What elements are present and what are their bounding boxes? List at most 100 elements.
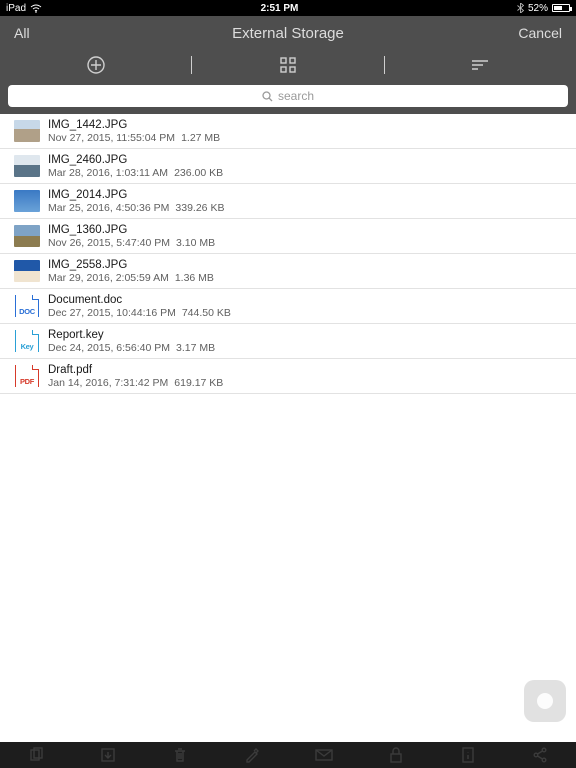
add-button[interactable] xyxy=(0,55,191,75)
search-icon xyxy=(262,91,273,102)
file-size: 236.00 KB xyxy=(174,167,223,179)
file-name: IMG_2014.JPG xyxy=(48,189,566,202)
file-name: IMG_2558.JPG xyxy=(48,259,566,272)
file-size: 339.26 KB xyxy=(175,202,224,214)
file-meta: IMG_2014.JPGMar 25, 2016, 4:50:36 PM 339.… xyxy=(48,189,566,214)
file-row[interactable]: IMG_2460.JPGMar 28, 2016, 1:03:11 AM 236.… xyxy=(0,149,576,184)
copy-icon xyxy=(28,747,44,763)
file-name: IMG_1442.JPG xyxy=(48,119,566,132)
lock-button[interactable] xyxy=(360,747,432,763)
file-size: 619.17 KB xyxy=(174,377,223,389)
status-bar: iPad 2:51 PM 52% xyxy=(0,0,576,16)
clock: 2:51 PM xyxy=(42,3,517,14)
file-size: 744.50 KB xyxy=(182,307,231,319)
file-subtitle: Mar 29, 2016, 2:05:59 AM 1.36 MB xyxy=(48,272,566,284)
mail-button[interactable] xyxy=(288,749,360,761)
bluetooth-icon xyxy=(517,3,524,13)
move-icon xyxy=(100,747,116,763)
file-row[interactable]: IMG_2558.JPGMar 29, 2016, 2:05:59 AM 1.36… xyxy=(0,254,576,289)
device-label: iPad xyxy=(6,3,26,14)
file-subtitle: Mar 28, 2016, 1:03:11 AM 236.00 KB xyxy=(48,167,566,179)
file-thumbnail: PDF xyxy=(14,365,40,387)
file-thumbnail xyxy=(14,155,40,177)
lock-icon xyxy=(389,747,403,763)
file-size: 3.10 MB xyxy=(176,237,215,249)
file-subtitle: Nov 26, 2015, 5:47:40 PM 3.10 MB xyxy=(48,237,566,249)
file-row[interactable]: DOC Document.docDec 27, 2015, 10:44:16 PM… xyxy=(0,289,576,324)
file-row[interactable]: IMG_1442.JPGNov 27, 2015, 11:55:04 PM 1.2… xyxy=(0,114,576,149)
search-placeholder: search xyxy=(278,89,314,103)
file-subtitle: Jan 14, 2016, 7:31:42 PM 619.17 KB xyxy=(48,377,566,389)
file-type-label: Key xyxy=(21,342,34,351)
search-bar: search xyxy=(0,80,576,114)
file-list: IMG_1442.JPGNov 27, 2015, 11:55:04 PM 1.2… xyxy=(0,114,576,394)
plus-circle-icon xyxy=(86,55,106,75)
info-icon xyxy=(461,747,475,763)
file-type-label: DOC xyxy=(19,307,35,316)
copy-button[interactable] xyxy=(0,747,72,763)
file-thumbnail: DOC xyxy=(14,295,40,317)
file-thumbnail xyxy=(14,225,40,247)
view-grid-button[interactable] xyxy=(192,56,383,74)
file-date: Nov 26, 2015, 5:47:40 PM xyxy=(48,237,170,249)
file-row[interactable]: Key Report.keyDec 24, 2015, 6:56:40 PM 3.1… xyxy=(0,324,576,359)
file-subtitle: Nov 27, 2015, 11:55:04 PM 1.27 MB xyxy=(48,132,566,144)
trash-icon xyxy=(173,747,187,763)
file-date: Dec 24, 2015, 6:56:40 PM xyxy=(48,342,170,354)
file-thumbnail xyxy=(14,260,40,282)
file-thumbnail xyxy=(14,190,40,212)
nav-bar: All External Storage Cancel xyxy=(0,16,576,50)
file-meta: IMG_2558.JPGMar 29, 2016, 2:05:59 AM 1.36… xyxy=(48,259,566,284)
file-subtitle: Mar 25, 2016, 4:50:36 PM 339.26 KB xyxy=(48,202,566,214)
file-size: 1.36 MB xyxy=(175,272,214,284)
file-name: IMG_2460.JPG xyxy=(48,154,566,167)
assistive-touch-button[interactable] xyxy=(524,680,566,722)
file-date: Dec 27, 2015, 10:44:16 PM xyxy=(48,307,176,319)
file-subtitle: Dec 27, 2015, 10:44:16 PM 744.50 KB xyxy=(48,307,566,319)
nav-all-button[interactable]: All xyxy=(14,25,94,41)
file-thumbnail xyxy=(14,120,40,142)
file-thumbnail: Key xyxy=(14,330,40,352)
assistive-touch-icon xyxy=(537,693,553,709)
file-date: Mar 29, 2016, 2:05:59 AM xyxy=(48,272,169,284)
file-meta: Document.docDec 27, 2015, 10:44:16 PM 744… xyxy=(48,294,566,319)
nav-title: External Storage xyxy=(94,25,482,42)
battery-icon xyxy=(552,4,570,12)
sort-icon xyxy=(470,58,490,72)
share-icon xyxy=(532,747,548,763)
file-type-label: PDF xyxy=(20,377,34,386)
file-meta: IMG_1442.JPGNov 27, 2015, 11:55:04 PM 1.2… xyxy=(48,119,566,144)
edit-button[interactable] xyxy=(216,747,288,763)
battery-percent: 52% xyxy=(528,3,548,14)
nav-cancel-button[interactable]: Cancel xyxy=(482,25,562,41)
file-size: 3.17 MB xyxy=(176,342,215,354)
file-date: Nov 27, 2015, 11:55:04 PM xyxy=(48,132,175,144)
share-button[interactable] xyxy=(504,747,576,763)
file-row[interactable]: IMG_2014.JPGMar 25, 2016, 4:50:36 PM 339.… xyxy=(0,184,576,219)
file-date: Mar 25, 2016, 4:50:36 PM xyxy=(48,202,169,214)
file-name: Draft.pdf xyxy=(48,364,566,377)
file-size: 1.27 MB xyxy=(181,132,220,144)
file-name: Document.doc xyxy=(48,294,566,307)
search-input[interactable]: search xyxy=(8,85,568,107)
move-button[interactable] xyxy=(72,747,144,763)
delete-button[interactable] xyxy=(144,747,216,763)
file-meta: IMG_1360.JPGNov 26, 2015, 5:47:40 PM 3.10… xyxy=(48,224,566,249)
bottom-toolbar xyxy=(0,742,576,768)
file-row[interactable]: PDF Draft.pdfJan 14, 2016, 7:31:42 PM 619.… xyxy=(0,359,576,394)
sort-button[interactable] xyxy=(385,58,576,72)
file-subtitle: Dec 24, 2015, 6:56:40 PM 3.17 MB xyxy=(48,342,566,354)
file-meta: Draft.pdfJan 14, 2016, 7:31:42 PM 619.17 … xyxy=(48,364,566,389)
file-name: IMG_1360.JPG xyxy=(48,224,566,237)
file-row[interactable]: IMG_1360.JPGNov 26, 2015, 5:47:40 PM 3.10… xyxy=(0,219,576,254)
file-name: Report.key xyxy=(48,329,566,342)
info-button[interactable] xyxy=(432,747,504,763)
wifi-icon xyxy=(30,4,42,13)
file-date: Jan 14, 2016, 7:31:42 PM xyxy=(48,377,168,389)
mail-icon xyxy=(315,749,333,761)
file-date: Mar 28, 2016, 1:03:11 AM xyxy=(48,167,168,179)
pencil-icon xyxy=(244,747,260,763)
toolbar xyxy=(0,50,576,80)
file-meta: Report.keyDec 24, 2015, 6:56:40 PM 3.17 M… xyxy=(48,329,566,354)
grid-icon xyxy=(279,56,297,74)
